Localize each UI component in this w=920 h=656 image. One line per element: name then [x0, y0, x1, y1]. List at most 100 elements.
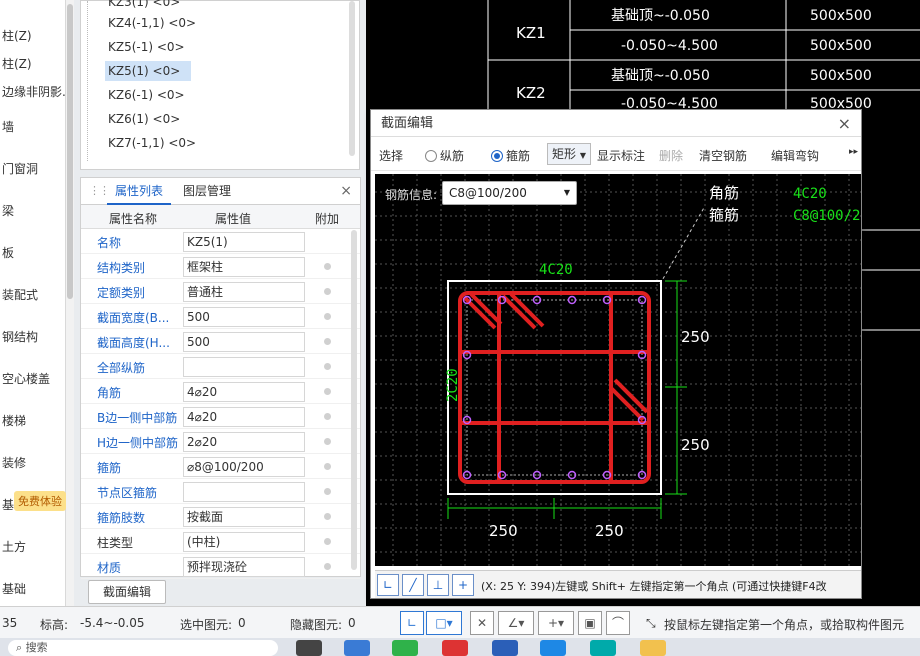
extra-checkbox[interactable] — [324, 313, 331, 320]
property-row[interactable]: 箍筋 ⌀8@100/200 — [81, 454, 360, 479]
list-item-selected[interactable]: KZ5(1) <0> — [105, 61, 191, 81]
rebar-info-dropdown[interactable]: C8@100/200 ▼ — [442, 181, 577, 205]
property-row[interactable]: 名称 KZ5(1) — [81, 229, 360, 254]
property-row[interactable]: 定额类别 普通柱 — [81, 279, 360, 304]
list-item[interactable]: KZ4(-1,1) <0> — [105, 13, 199, 33]
taskbar-app-icon[interactable] — [344, 640, 370, 656]
clear-rebar-button[interactable]: 清空钢筋 — [699, 147, 747, 164]
property-value-field[interactable]: 4⌀20 — [183, 407, 305, 427]
property-value-field[interactable]: KZ5(1) — [183, 232, 305, 252]
extra-checkbox[interactable] — [324, 338, 331, 345]
nav-item-prefab[interactable]: 装配式 — [0, 274, 65, 316]
stirrup-radio[interactable]: 箍筋 — [491, 147, 530, 164]
section-canvas[interactable]: 角筋 箍筋 4C20 C8@100/2 4C20 2C20 250 250 25… — [375, 174, 861, 566]
taskbar-app-icon[interactable] — [442, 640, 468, 656]
angle-toggle-icon[interactable]: ∠▾ — [498, 611, 534, 635]
delete-button[interactable]: 删除 — [659, 147, 683, 164]
extra-checkbox[interactable] — [324, 413, 331, 420]
taskbar-app-icon[interactable] — [640, 640, 666, 656]
property-row[interactable]: H边一侧中部筋 2⌀20 — [81, 429, 360, 454]
left-nav-scrollbar[interactable] — [66, 0, 74, 606]
property-row[interactable]: 结构类别 框架柱 — [81, 254, 360, 279]
nav-item-foundation[interactable]: 基础 — [0, 568, 65, 606]
cross-toggle-icon[interactable]: ✕ — [470, 611, 494, 635]
free-trial-badge[interactable]: 免费体验 — [14, 491, 66, 511]
extra-checkbox[interactable] — [324, 263, 331, 270]
nav-item-column-1[interactable]: 柱(Z) — [0, 22, 65, 50]
property-value-field[interactable]: 框架柱 — [183, 257, 305, 277]
tab-property-list[interactable]: 属性列表 — [107, 178, 172, 205]
property-value-field[interactable]: 4⌀20 — [183, 382, 305, 402]
extra-checkbox[interactable] — [324, 438, 331, 445]
property-row[interactable]: 节点区箍筋 — [81, 479, 360, 504]
property-value-field[interactable]: 500 — [183, 332, 305, 352]
property-row[interactable]: 全部纵筋 — [81, 354, 360, 379]
property-row[interactable]: 柱类型 (中柱) — [81, 529, 360, 554]
more-tools-icon[interactable]: ▸▸ — [849, 147, 858, 157]
list-item[interactable]: KZ3(1) <0> — [105, 0, 183, 12]
nav-item-hollow-floor[interactable]: 空心楼盖 — [0, 358, 65, 400]
nav-item-door-window[interactable]: 门窗洞 — [0, 148, 65, 190]
taskbar-app-icon[interactable] — [392, 640, 418, 656]
property-row[interactable]: 截面高度(H... 500 — [81, 329, 360, 354]
extra-checkbox[interactable] — [324, 538, 331, 545]
list-item[interactable]: KZ6(1) <0> — [105, 109, 183, 129]
property-value-field[interactable]: 普通柱 — [183, 282, 305, 302]
dialog-title-bar[interactable]: 截面编辑 × — [371, 110, 861, 137]
arc-toggle-icon[interactable]: ⌒ — [606, 611, 630, 635]
property-row[interactable]: B边一侧中部筋 4⌀20 — [81, 404, 360, 429]
property-row[interactable]: 箍筋肢数 按截面 — [81, 504, 360, 529]
property-scrollbar[interactable] — [351, 230, 357, 570]
component-list-scrollbar[interactable] — [349, 1, 355, 156]
nav-item-beam[interactable]: 梁 — [0, 190, 65, 232]
property-row[interactable]: 截面宽度(B... 500 — [81, 304, 360, 329]
nav-item-stairs[interactable]: 楼梯 — [0, 400, 65, 442]
extra-checkbox[interactable] — [324, 463, 331, 470]
taskbar-app-icon[interactable] — [492, 640, 518, 656]
add-minus-icon[interactable]: + — [452, 574, 474, 596]
nav-item-edge[interactable]: 边缘非阴影... — [0, 78, 65, 106]
nav-item-wall[interactable]: 墙 — [0, 106, 65, 148]
section-edit-button[interactable]: 截面编辑 — [88, 580, 166, 604]
list-item[interactable]: KZ7(-1,1) <0> — [105, 133, 199, 153]
extra-checkbox[interactable] — [324, 488, 331, 495]
taskbar-search[interactable]: ⌕ 搜索 — [8, 640, 278, 656]
edit-hook-button[interactable]: 编辑弯钩 — [771, 147, 819, 164]
nav-item-column-2[interactable]: 柱(Z) — [0, 50, 65, 78]
extra-checkbox[interactable] — [324, 513, 331, 520]
property-value-field[interactable]: 500 — [183, 307, 305, 327]
property-row[interactable]: 材质 预拌现浇砼 — [81, 554, 360, 579]
taskbar-app-icon[interactable] — [590, 640, 616, 656]
nav-item-slab[interactable]: 板 — [0, 232, 65, 274]
nav-item-decoration[interactable]: 装修 — [0, 442, 65, 484]
display-toggle-icon[interactable]: ▣ — [578, 611, 602, 635]
offset-toggle-icon[interactable]: +▾ — [538, 611, 574, 635]
longitudinal-rebar-radio[interactable]: 纵筋 — [425, 147, 464, 164]
taskbar-app-icon[interactable] — [296, 640, 322, 656]
nav-item-steel[interactable]: 钢结构 — [0, 316, 65, 358]
property-value-field[interactable]: 按截面 — [183, 507, 305, 527]
tab-layer-management[interactable]: 图层管理 — [175, 178, 239, 205]
show-label-button[interactable]: 显示标注 — [597, 147, 645, 164]
perpendicular-icon[interactable]: ⊥ — [427, 574, 449, 596]
property-value-field[interactable]: ⌀8@100/200 — [183, 457, 305, 477]
close-icon[interactable]: × — [838, 110, 851, 137]
list-item[interactable]: KZ5(-1) <0> — [105, 37, 188, 57]
ortho-snap-icon[interactable]: ∟ — [377, 574, 399, 596]
extra-checkbox[interactable] — [324, 288, 331, 295]
shape-dropdown[interactable]: 矩形 ▼ — [547, 143, 591, 165]
property-row[interactable]: 角筋 4⌀20 — [81, 379, 360, 404]
list-item[interactable]: KZ6(-1) <0> — [105, 85, 188, 105]
extra-checkbox[interactable] — [324, 388, 331, 395]
property-value-field[interactable] — [183, 482, 305, 502]
property-value-field[interactable]: (中柱) — [183, 532, 305, 552]
select-tool-button[interactable]: 选择 — [379, 147, 403, 164]
line-tool-icon[interactable]: ╱ — [402, 574, 424, 596]
property-value-field[interactable]: 预拌现浇砼 — [183, 557, 305, 577]
ortho-toggle-icon[interactable]: ∟ — [400, 611, 424, 635]
property-value-field[interactable]: 2⌀20 — [183, 432, 305, 452]
taskbar-app-icon[interactable] — [540, 640, 566, 656]
close-icon[interactable]: × — [340, 183, 352, 199]
property-value-field[interactable] — [183, 357, 305, 377]
snap-toggle-icon[interactable]: □▾ — [426, 611, 462, 635]
